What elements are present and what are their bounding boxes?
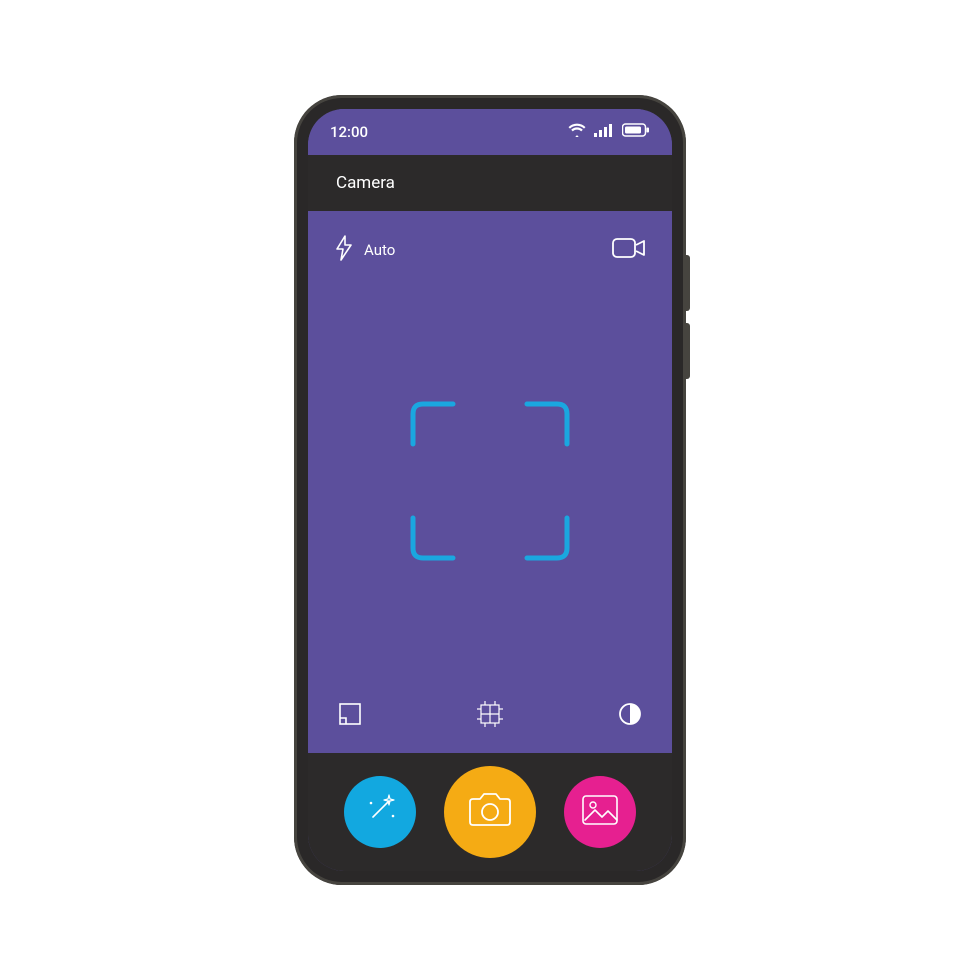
camera-viewfinder[interactable]: Auto (308, 211, 672, 753)
signal-icon (594, 123, 614, 141)
flash-label: Auto (364, 241, 395, 259)
camera-icon (466, 790, 514, 834)
video-icon[interactable] (612, 236, 646, 264)
battery-icon (622, 123, 650, 141)
phone-frame: 12:00 (294, 95, 686, 885)
grid-icon[interactable] (475, 701, 505, 731)
gallery-button[interactable] (564, 776, 636, 848)
flash-toggle[interactable]: Auto (334, 235, 395, 265)
magic-wand-icon (361, 791, 399, 833)
effects-button[interactable] (344, 776, 416, 848)
status-time: 12:00 (330, 123, 368, 141)
wifi-icon (568, 123, 586, 141)
phone-screen: 12:00 (308, 109, 672, 871)
contrast-icon[interactable] (618, 702, 642, 730)
crop-icon[interactable] (338, 702, 362, 730)
status-bar: 12:00 (308, 109, 672, 155)
gallery-icon (580, 793, 620, 831)
phone-side-button (686, 255, 690, 311)
shutter-button[interactable] (444, 766, 536, 858)
title-bar: Camera (308, 155, 672, 211)
focus-frame-icon (405, 396, 575, 570)
page-title: Camera (336, 173, 395, 193)
flash-icon (334, 235, 354, 265)
action-bar (308, 753, 672, 871)
status-indicators (568, 123, 650, 141)
phone-side-button (686, 323, 690, 379)
